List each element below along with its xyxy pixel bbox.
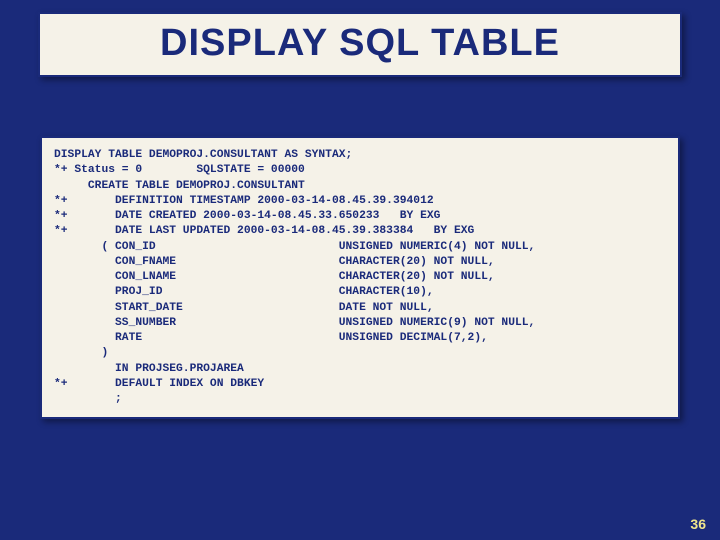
slide: DISPLAY SQL TABLE DISPLAY TABLE DEMOPROJ… xyxy=(0,0,720,540)
page-number: 36 xyxy=(690,516,706,532)
sql-code: DISPLAY TABLE DEMOPROJ.CONSULTANT AS SYN… xyxy=(54,148,666,407)
title-box: DISPLAY SQL TABLE xyxy=(38,12,682,77)
slide-title: DISPLAY SQL TABLE xyxy=(160,22,560,64)
code-box: DISPLAY TABLE DEMOPROJ.CONSULTANT AS SYN… xyxy=(40,136,680,419)
